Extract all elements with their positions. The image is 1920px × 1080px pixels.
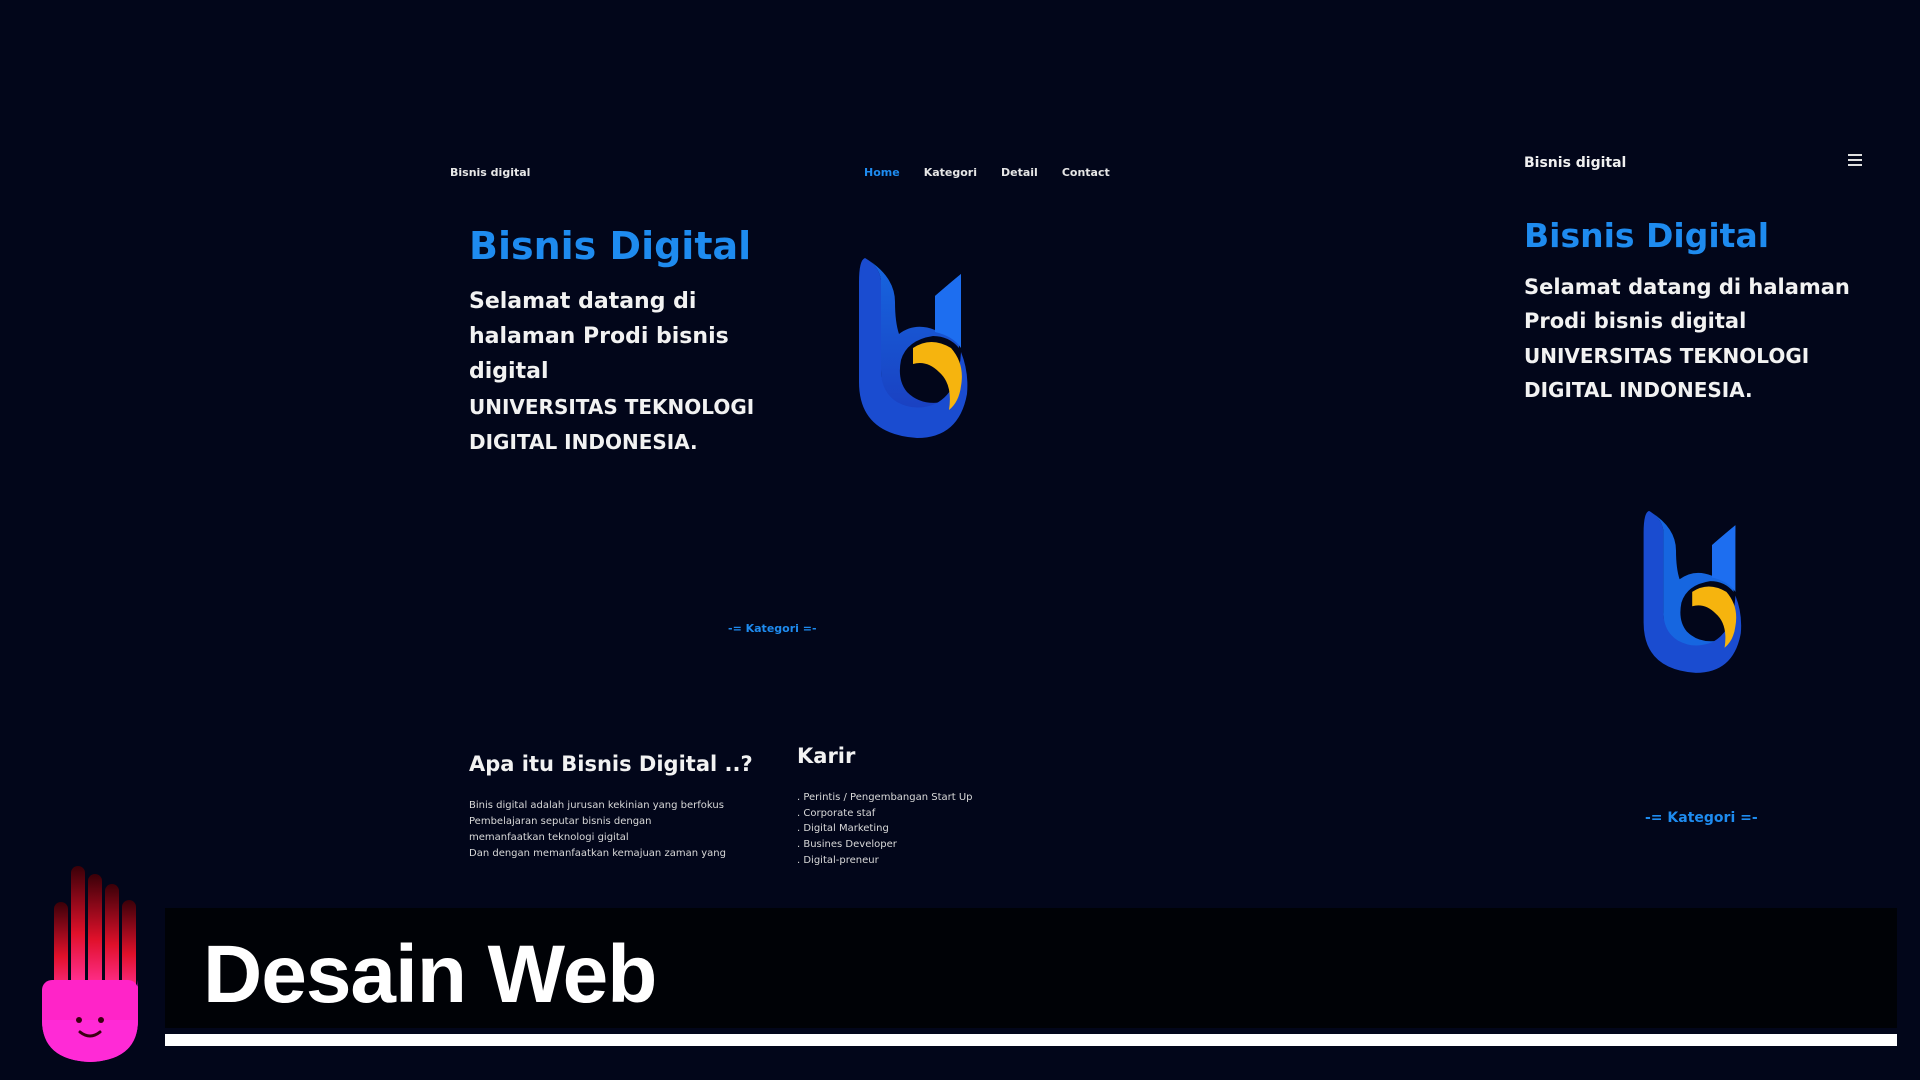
karir-list: . Perintis / Pengembangan Start Up . Cor… <box>797 790 973 869</box>
mobile-kategori-heading: -= Kategori =- <box>1645 810 1758 826</box>
mobile-hero-lead: Selamat datang di halaman Prodi bisnis d… <box>1524 275 1850 333</box>
about-line: memanfaatkan teknologi gigital <box>469 832 629 843</box>
hand-mascot-icon <box>42 866 138 1062</box>
about-line: Pembelajaran seputar bisnis dengan <box>469 816 652 827</box>
desktop-hero-lead: Selamat datang di halaman Prodi bisnis d… <box>469 289 729 384</box>
karir-heading: Karir <box>797 744 856 768</box>
desktop-hero-university: UNIVERSITAS TEKNOLOGI DIGITAL INDONESIA. <box>469 395 755 454</box>
about-line: Binis digital adalah jurusan kekinian ya… <box>469 800 724 811</box>
nav-contact[interactable]: Contact <box>1062 166 1110 179</box>
desktop-kategori-heading: -= Kategori =- <box>728 622 817 635</box>
karir-item: . Digital Marketing <box>797 823 889 835</box>
about-heading: Apa itu Bisnis Digital ..? <box>469 752 753 776</box>
about-text: Binis digital adalah jurusan kekinian ya… <box>469 798 744 866</box>
mobile-brand[interactable]: Bisnis digital <box>1524 155 1626 171</box>
hamburger-icon[interactable] <box>1848 154 1862 166</box>
nav-detail[interactable]: Detail <box>1001 166 1038 179</box>
nav-home[interactable]: Home <box>864 166 900 179</box>
karir-item: . Digital-preneur <box>797 854 879 866</box>
karir-item: . Perintis / Pengembangan Start Up <box>797 792 973 803</box>
mobile-b-logo-icon <box>1643 510 1742 673</box>
desktop-hero-title: Bisnis Digital <box>469 224 752 268</box>
mobile-hero-university: UNIVERSITAS TEKNOLOGI DIGITAL INDONESIA. <box>1524 344 1810 402</box>
mobile-hero-title: Bisnis Digital <box>1524 216 1770 255</box>
about-line: Dan dengan memanfaatkan kemajuan zaman y… <box>469 848 726 859</box>
karir-item: . Busines Developer <box>797 839 897 851</box>
desktop-b-logo-icon <box>859 258 968 438</box>
desktop-nav: Home Kategori Detail Contact <box>864 166 1110 179</box>
banner-title: Desain Web <box>203 929 657 1020</box>
nav-kategori[interactable]: Kategori <box>924 166 977 179</box>
banner-underline <box>165 1034 1897 1046</box>
karir-item: . Corporate staf <box>797 807 876 819</box>
desktop-brand[interactable]: Bisnis digital <box>450 166 530 179</box>
